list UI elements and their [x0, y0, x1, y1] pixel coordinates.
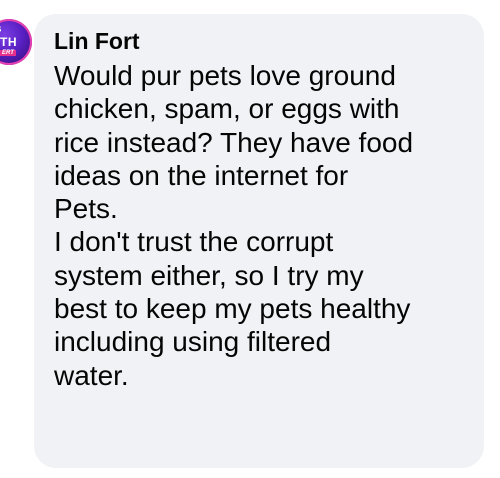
- comment-line: system either, so I try my: [54, 259, 364, 291]
- comment-line: ideas on the internet for: [54, 159, 349, 191]
- comment-line: I don't trust the corrupt: [54, 226, 334, 258]
- comment-author[interactable]: Lin Fort: [54, 26, 484, 57]
- comment-line: including using filtered: [54, 326, 332, 358]
- comment-line: chicken, spam, or eggs with: [54, 93, 400, 125]
- comment-line: Pets.: [54, 193, 118, 225]
- comment-line: rice instead? They have food: [54, 126, 414, 158]
- comment-text: Would pur pets love ground chicken, spam…: [54, 59, 482, 392]
- comment-bubble: Lin Fort Would pur pets love ground chic…: [34, 14, 484, 468]
- avatar[interactable]: S TH ERT: [0, 19, 32, 65]
- comment-line: best to keep my pets healthy: [54, 293, 411, 325]
- comment-line: water.: [54, 359, 129, 391]
- avatar-badge-main: TH: [0, 35, 17, 49]
- avatar-badge-top: S: [0, 25, 1, 34]
- comment-line: Would pur pets love ground: [54, 60, 396, 91]
- avatar-badge-sub: ERT: [0, 50, 16, 56]
